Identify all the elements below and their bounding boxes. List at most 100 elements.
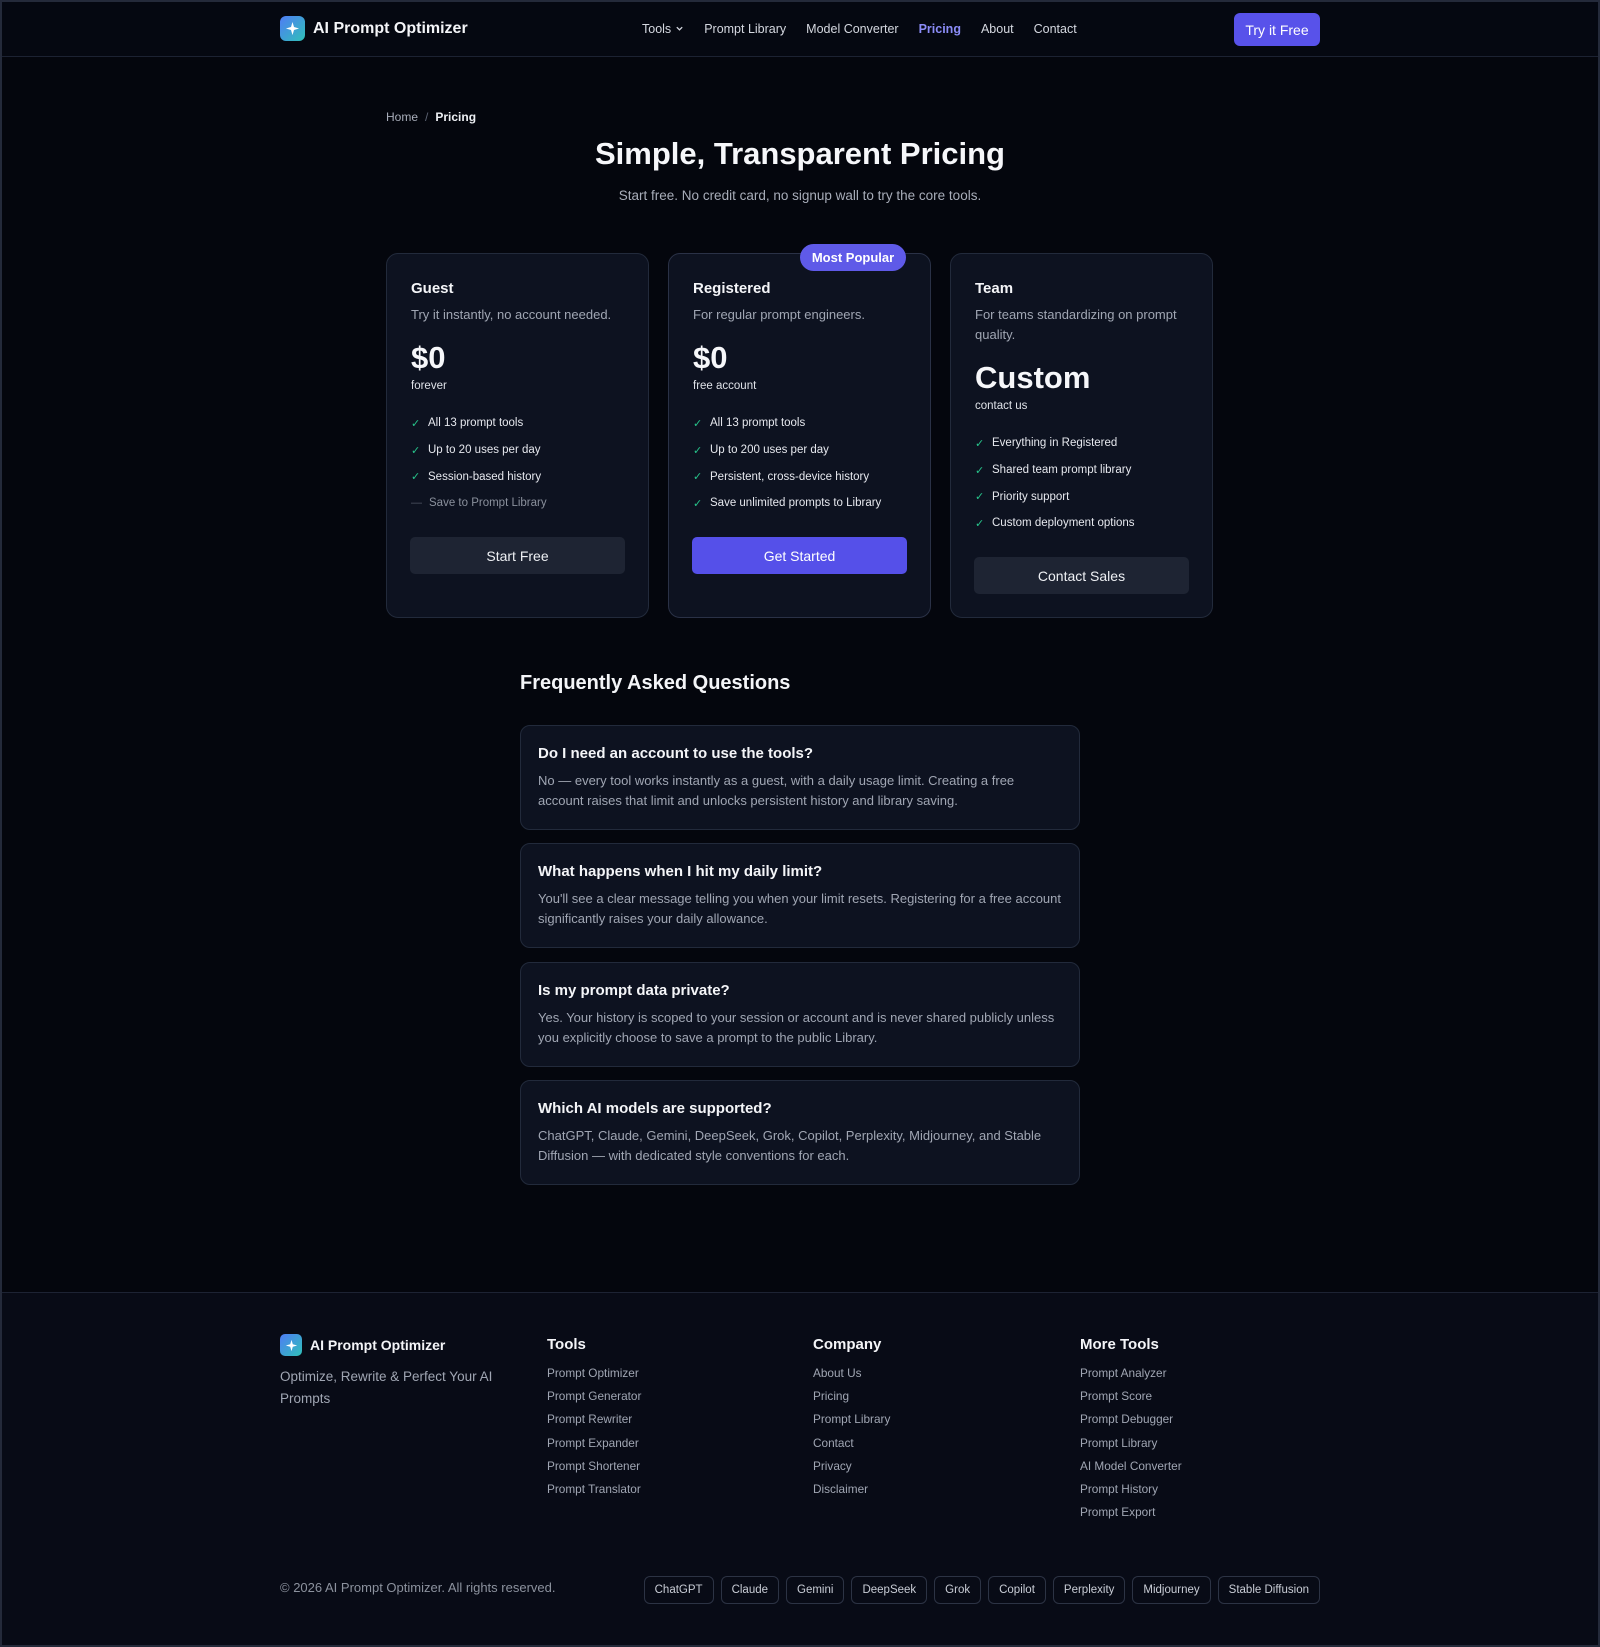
model-chip-claude[interactable]: Claude [720,1576,780,1604]
footer-link[interactable]: Prompt History [1080,1477,1182,1500]
model-chip-stable-diffusion[interactable]: Stable Diffusion [1217,1576,1320,1604]
faq-answer: No — every tool works instantly as a gue… [538,773,1015,808]
check-icon: ✓ [693,444,703,457]
check-icon: ✓ [411,471,421,484]
footer-link[interactable]: Prompt Library [1080,1431,1182,1454]
model-chip-midjourney[interactable]: Midjourney [1132,1576,1211,1604]
feature-list: ✓ All 13 prompt tools ✓ Up to 20 uses per … [411,410,624,517]
plan-name: Team [975,280,1014,297]
footer-column-title: More Tools [1080,1336,1159,1353]
faq-item: Do I need an account to use the tools? N… [520,725,1080,830]
breadcrumb: Home / Pricing [386,110,476,124]
page-title: Simple, Transparent Pricing [594,136,1005,171]
footer-column-title: Tools [547,1336,586,1353]
model-chip-gemini[interactable]: Gemini [786,1576,845,1604]
feature-text: Up to 200 uses per day [710,444,829,457]
nav-model-converter[interactable]: Model Converter [806,22,898,36]
footer-column-company: Company About Us Pricing Prompt Library … [813,1336,890,1501]
footer-link[interactable]: Disclaimer [813,1477,890,1500]
plan-price: $0 [693,340,728,375]
chevron-down-icon [676,26,683,31]
faq-item: Which AI models are supported? ChatGPT, … [520,1080,1080,1185]
try-it-free-button[interactable]: Try it Free [1234,13,1320,46]
feature-text: All 13 prompt tools [710,417,806,430]
footer-link[interactable]: Prompt Expander [547,1431,641,1454]
check-icon: ✓ [975,464,985,477]
model-chip-copilot[interactable]: Copilot [988,1576,1046,1604]
footer-link[interactable]: AI Model Converter [1080,1454,1182,1477]
faq-item: What happens when I hit my daily limit? … [520,843,1080,948]
faq-answer: Yes. Your history is scoped to your sess… [538,1010,1055,1045]
feature-item: ✓ Up to 20 uses per day [411,437,624,464]
plan-price: Custom [975,360,1091,395]
page-subtitle: Start free. No credit card, no signup wa… [618,188,982,203]
feature-text: Custom deployment options [992,517,1135,530]
most-popular-badge: Most Popular [800,244,906,271]
footer-link[interactable]: Prompt Debugger [1080,1408,1182,1431]
model-chip-grok[interactable]: Grok [934,1576,982,1604]
nav-links: Tools Prompt Library Model Converter Pri… [642,0,1077,57]
model-chip-perplexity[interactable]: Perplexity [1052,1576,1126,1604]
footer-link[interactable]: Prompt Library [813,1408,890,1431]
check-icon: ✓ [693,471,703,484]
plan-description: Try it instantly, no account needed. [411,307,612,322]
feature-text: All 13 prompt tools [428,417,524,430]
footer-link[interactable]: Prompt Analyzer [1080,1361,1182,1384]
feature-item: ✓ Priority support [975,483,1188,510]
footer-link[interactable]: Prompt Translator [547,1477,641,1500]
feature-item: ✓ Persistent, cross-device history [693,463,906,490]
footer-links: Prompt Optimizer Prompt Generator Prompt… [547,1361,641,1501]
feature-list: ✓ Everything in Registered ✓ Shared team p… [975,430,1188,537]
faq-answer: You'll see a clear message telling you w… [538,891,1061,926]
faq-title: Frequently Asked Questions [520,672,791,694]
footer-link[interactable]: About Us [813,1361,890,1384]
plan-description: For teams standardizing on prompt qualit… [975,307,1177,342]
check-icon: ✓ [411,444,421,457]
faq-question: Do I need an account to use the tools? [538,745,814,762]
feature-text: Priority support [992,490,1070,503]
footer-column-title: Company [813,1336,882,1353]
check-icon: ✓ [411,417,421,430]
start-free-button[interactable]: Start Free [410,537,625,574]
footer-link[interactable]: Prompt Shortener [547,1454,641,1477]
footer-link[interactable]: Prompt Score [1080,1384,1182,1407]
footer-brand[interactable]: AI Prompt Optimizer [280,1334,445,1356]
model-chip-chatgpt[interactable]: ChatGPT [643,1576,714,1604]
feature-text: Shared team prompt library [992,464,1132,477]
footer-link[interactable]: Prompt Export [1080,1501,1182,1524]
faq-question: Is my prompt data private? [538,982,730,999]
footer-link[interactable]: Prompt Optimizer [547,1361,641,1384]
footer-link[interactable]: Privacy [813,1454,890,1477]
nav-prompt-library[interactable]: Prompt Library [704,22,786,36]
nav-contact[interactable]: Contact [1034,22,1077,36]
breadcrumb-separator: / [425,110,429,124]
faq-question: Which AI models are supported? [538,1100,772,1117]
footer-links: About Us Pricing Prompt Library Contact … [813,1361,890,1501]
faq-item: Is my prompt data private? Yes. Your his… [520,962,1080,1067]
plan-period: forever [411,380,447,392]
plan-name: Registered [693,280,771,297]
feature-text: Save to Prompt Library [429,497,547,510]
footer-link[interactable]: Prompt Generator [547,1384,641,1407]
check-icon: ✓ [975,517,985,530]
feature-item: ✓ Custom deployment options [975,510,1188,537]
nav-tools-dropdown[interactable]: Tools [642,22,684,36]
top-nav: AI Prompt Optimizer Tools Prompt Library… [0,0,1600,57]
brand-name: AI Prompt Optimizer [313,19,468,37]
model-chip-deepseek[interactable]: DeepSeek [851,1576,928,1604]
nav-about[interactable]: About [981,22,1014,36]
footer-column-more-tools: More Tools Prompt Analyzer Prompt Score … [1080,1336,1182,1524]
footer-brand-name: AI Prompt Optimizer [310,1337,446,1353]
footer-link[interactable]: Pricing [813,1384,890,1407]
contact-sales-button[interactable]: Contact Sales [974,557,1189,594]
footer-link[interactable]: Prompt Rewriter [547,1408,641,1431]
brand-link[interactable]: AI Prompt Optimizer [280,16,468,41]
feature-item: ✓ Save unlimited prompts to Library [693,490,906,517]
nav-pricing[interactable]: Pricing [919,22,961,36]
breadcrumb-home[interactable]: Home [386,110,418,124]
plan-name: Guest [411,280,454,297]
get-started-button[interactable]: Get Started [692,537,907,574]
footer-link[interactable]: Contact [813,1431,890,1454]
check-icon: ✓ [693,417,703,430]
copyright: © 2026 AI Prompt Optimizer. All rights r… [280,1580,556,1595]
